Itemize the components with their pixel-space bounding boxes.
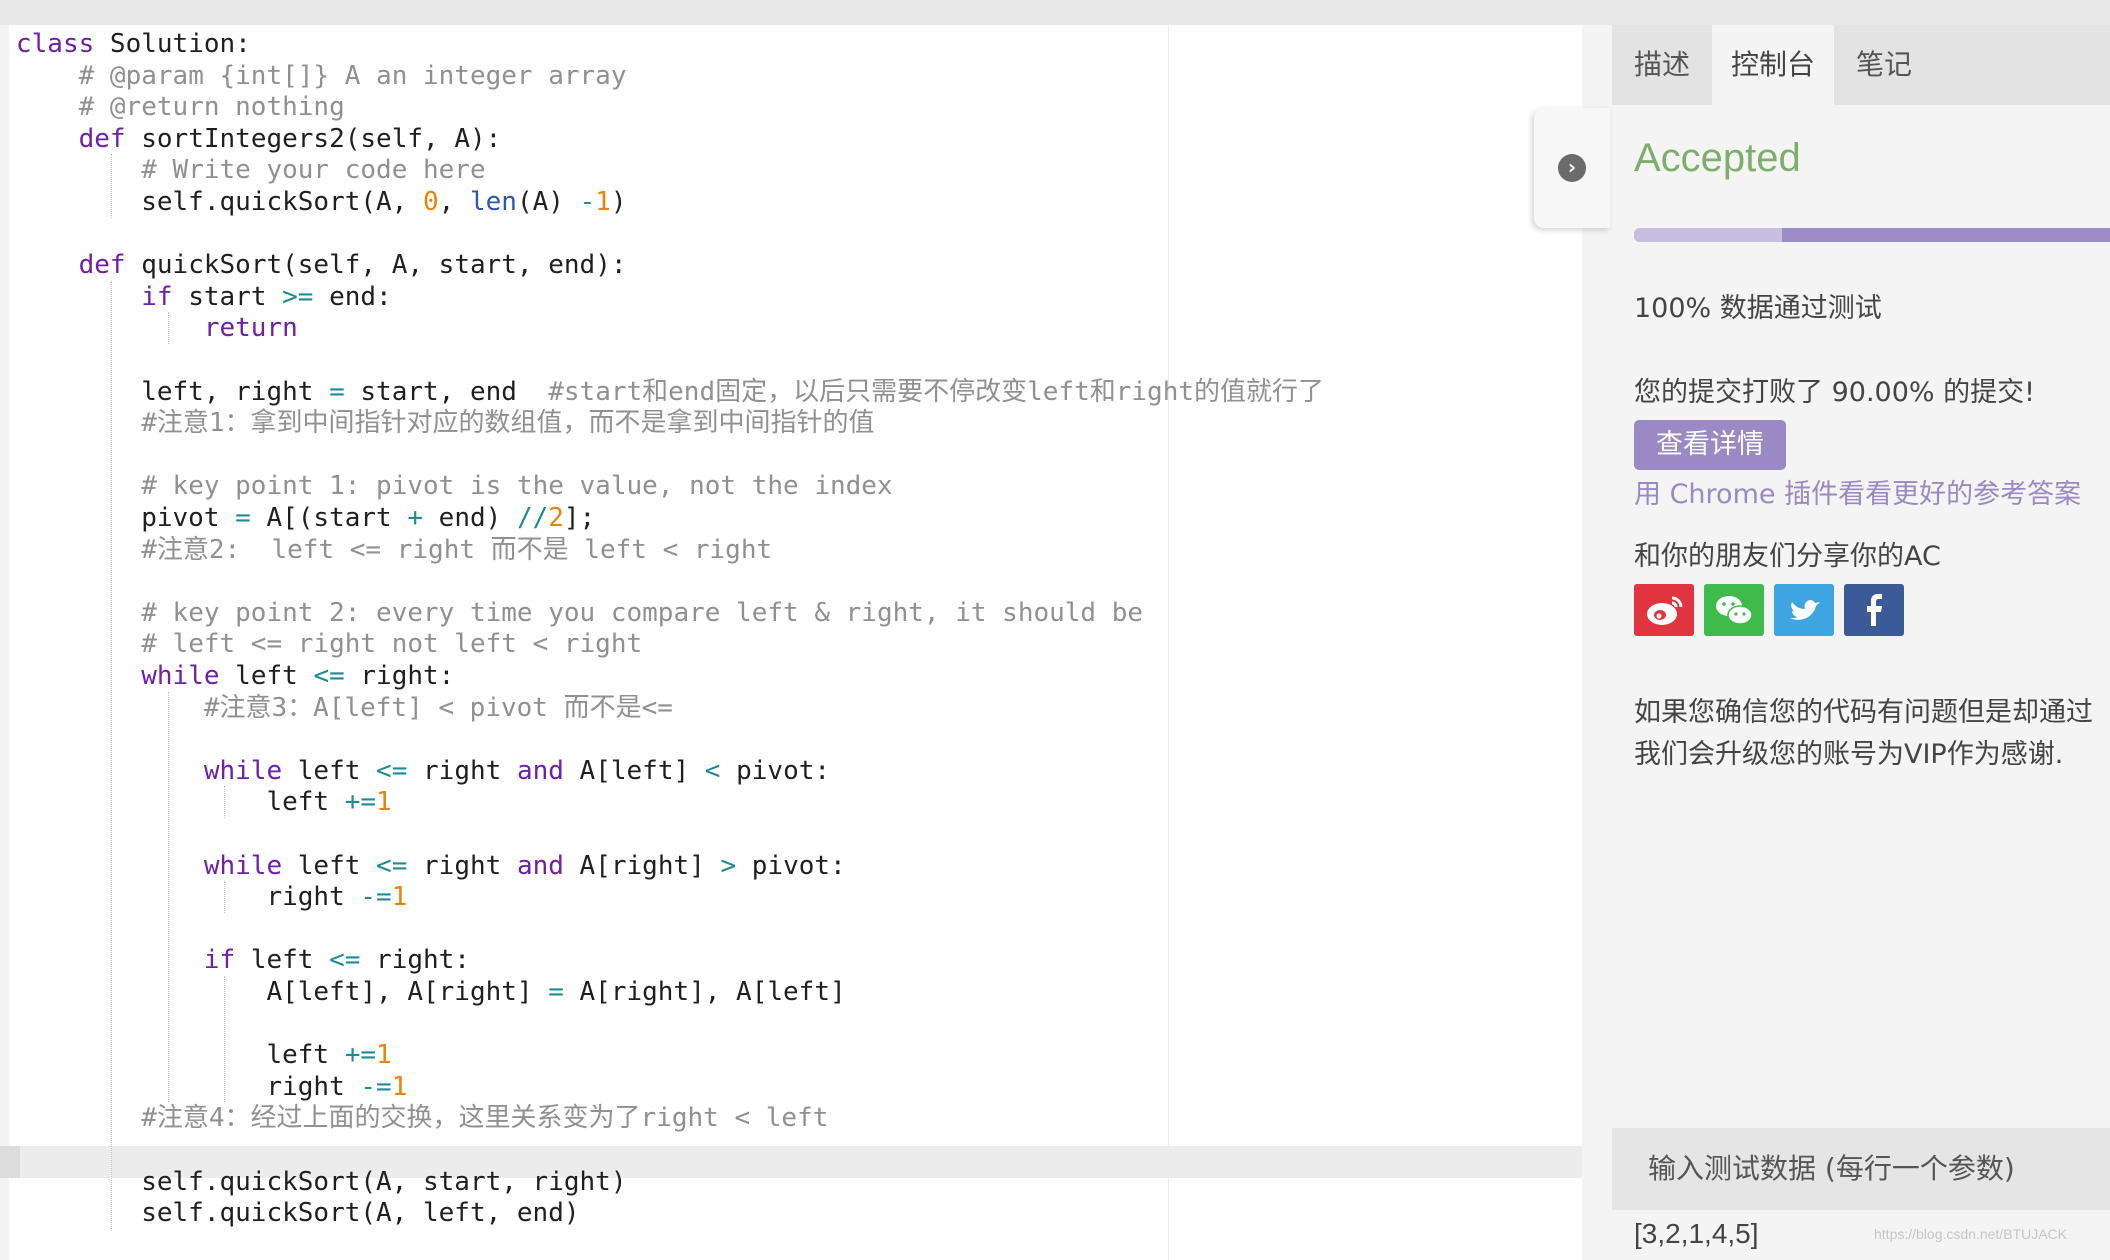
code-line: self.quickSort(A, start, right) (16, 1166, 627, 1197)
chrome-plugin-link[interactable]: 用 Chrome 插件看看更好的参考答案 (1634, 472, 2081, 511)
code-line: A[left], A[right] = A[right], A[left] (16, 977, 846, 1007)
wechat-icon (1716, 596, 1753, 625)
code-line: def sortIntegers2(self, A): (78, 123, 502, 154)
code-line: left +=1 (16, 1040, 392, 1071)
weibo-icon (1647, 596, 1683, 625)
test-input-label: 输入测试数据 (每行一个参数) (1648, 1152, 2015, 1185)
vip-notice-line-1: 如果您确信您的代码有问题但是却通过 (1634, 697, 2093, 728)
code-line: if left <= right: (203, 945, 470, 976)
code-line: #注意1：拿到中间指针对应的数组值，而不是拿到中间指针的值 (141, 408, 875, 439)
beat-percentage-text: 您的提交打败了 90.00% 的提交! (1634, 377, 2035, 408)
facebook-icon (1867, 594, 1882, 626)
editor-gutter (0, 25, 9, 1260)
code-line: while left <= right: (141, 661, 455, 691)
code-line: left +=1 (16, 787, 392, 818)
code-line: # Write your code here (141, 155, 486, 186)
code-line: self.quickSort(A, left, end) (16, 1198, 580, 1229)
share-twitter-button[interactable] (1774, 584, 1834, 636)
right-panel: 描述 控制台 笔记 (1582, 25, 2110, 1260)
code-line: if start >= end: (141, 281, 392, 312)
code-editor[interactable]: class Solution: # @param {int[]} A an in… (0, 25, 1582, 1260)
code-line: #注意3：A[left] < pivot 而不是<= (203, 692, 673, 723)
code-line: return (203, 313, 298, 344)
print-margin-line (1168, 25, 1169, 1260)
code-line: # left <= right not left < right (141, 629, 643, 660)
share-weibo-button[interactable] (1634, 584, 1694, 636)
panel-tabs: 描述 控制台 笔记 (1612, 25, 2110, 105)
code-line: # @param {int[]} A an integer array (78, 60, 627, 91)
code-line: right -=1 (16, 882, 408, 913)
code-line: # key point 1: pivot is the value, not t… (141, 471, 893, 502)
top-bar (0, 0, 2110, 25)
submission-status: Accepted (1634, 136, 1801, 180)
code-line: pivot = A[(start + end) //2]; (16, 503, 596, 533)
share-wechat-button[interactable] (1704, 584, 1764, 636)
twitter-icon (1790, 600, 1820, 620)
console-panel (1612, 25, 2110, 1260)
code-line: # @return nothing (78, 92, 345, 123)
vip-notice-line-2: 我们会升级您的账号为VIP作为感谢. (1634, 739, 2064, 770)
test-input-value[interactable]: [3,2,1,4,5] (1634, 1218, 1759, 1250)
code-line: self.quickSort(A, 0, len(A) -1) (16, 187, 627, 217)
code-line: #注意4：经过上面的交换，这里关系变为了right < left (141, 1103, 829, 1134)
test-progress-fill (1634, 228, 1782, 242)
tab-console[interactable]: 控制台 (1712, 25, 1834, 105)
watermark: https://blog.csdn.net/BTUJACK (1874, 1226, 2067, 1242)
test-progress-bar (1634, 228, 2110, 242)
share-label: 和你的朋友们分享你的AC (1634, 541, 1941, 572)
code-line: class Solution: (16, 29, 251, 59)
code-line: # key point 2: every time you compare le… (141, 597, 1144, 628)
share-facebook-button[interactable] (1844, 584, 1904, 636)
code-line: #注意2: left <= right 而不是 left < right (141, 534, 773, 565)
code-line: while left <= right and A[right] > pivot… (203, 850, 846, 881)
code-line: left, right = start, end #start和end固定，以后… (16, 376, 1324, 407)
code-line: right -=1 (16, 1071, 408, 1102)
code-line: while left <= right and A[left] < pivot: (203, 755, 831, 786)
code-line: def quickSort(self, A, start, end): (78, 250, 627, 281)
tab-notes[interactable]: 笔记 (1834, 25, 1934, 105)
collapse-panel-button[interactable]: › (1534, 108, 1610, 228)
tests-passed-text: 100% 数据通过测试 (1634, 293, 1882, 324)
chevron-right-icon: › (1558, 154, 1586, 182)
tab-description[interactable]: 描述 (1612, 25, 1712, 105)
view-details-button[interactable]: 查看详情 (1634, 420, 1786, 470)
